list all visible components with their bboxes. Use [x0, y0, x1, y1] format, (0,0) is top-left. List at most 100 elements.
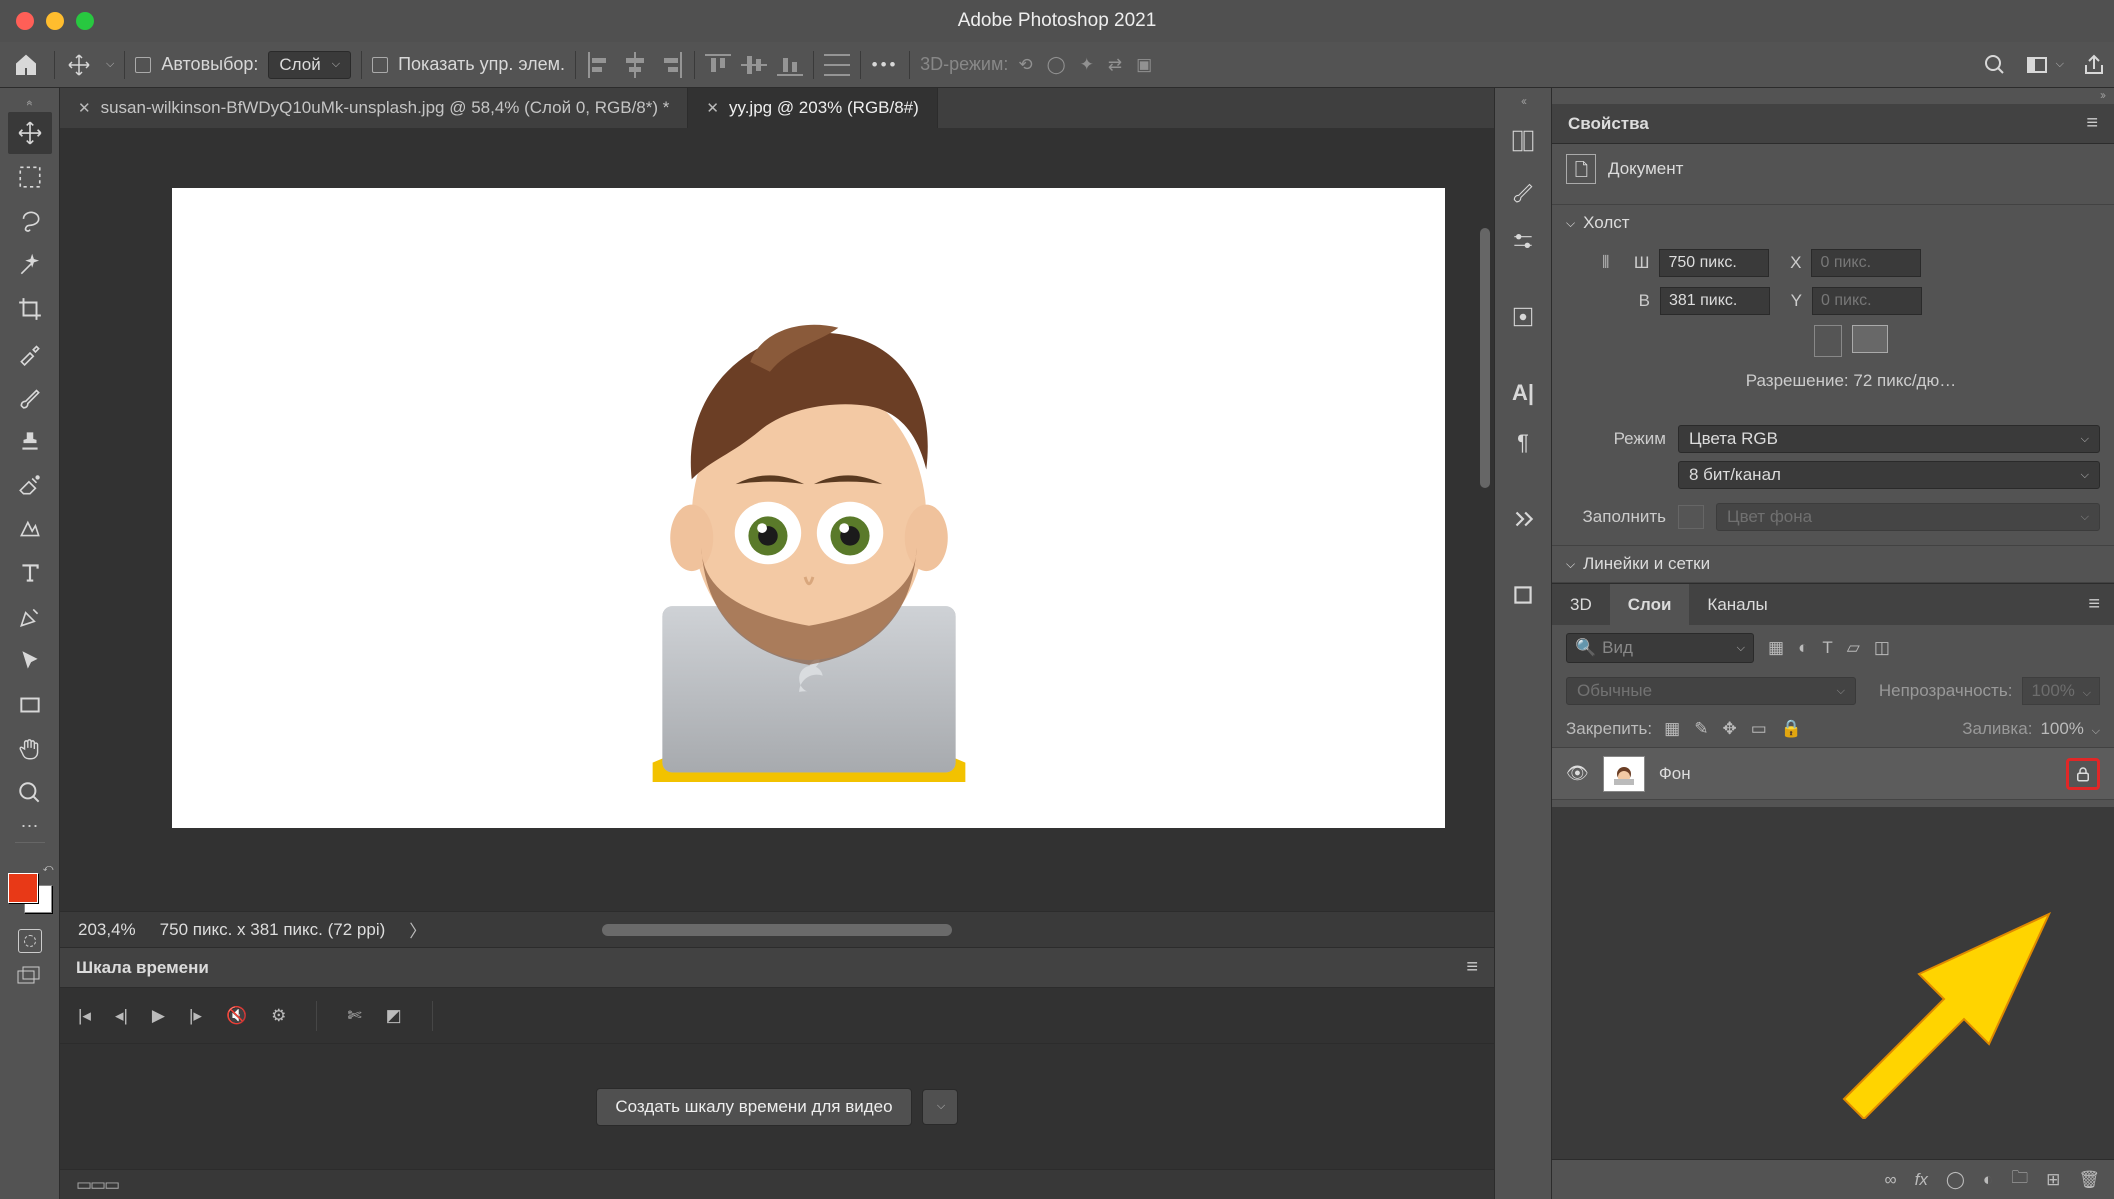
- screen-mode-toggle[interactable]: [17, 963, 43, 985]
- move-tool[interactable]: [8, 112, 52, 154]
- swap-colors-icon[interactable]: ⤺: [43, 863, 54, 874]
- dock-brushes-icon[interactable]: [1506, 174, 1540, 208]
- type-tool[interactable]: [8, 552, 52, 594]
- lock-position-icon[interactable]: ✥: [1722, 719, 1736, 739]
- horizontal-scrollbar[interactable]: [602, 924, 952, 936]
- link-dimensions-icon[interactable]: ⦀: [1602, 253, 1609, 273]
- eraser-tool[interactable]: [8, 464, 52, 506]
- layer-style-icon[interactable]: fx: [1915, 1170, 1928, 1190]
- zoom-tool[interactable]: [8, 772, 52, 814]
- share-icon[interactable]: [2082, 53, 2106, 77]
- document-tab-1[interactable]: ✕ susan-wilkinson-BfWDyQ10uMk-unsplash.j…: [60, 88, 688, 128]
- layer-lock-icon[interactable]: [2066, 758, 2100, 790]
- crop-tool[interactable]: [8, 288, 52, 330]
- filter-adjust-icon[interactable]: ◐: [1798, 638, 1808, 658]
- tab-3d[interactable]: 3D: [1552, 584, 1610, 625]
- show-transform-checkbox[interactable]: [372, 57, 388, 73]
- magic-wand-tool[interactable]: [8, 244, 52, 286]
- timeline-menu-icon[interactable]: ≡: [1466, 956, 1478, 979]
- align-top-button[interactable]: [705, 52, 731, 78]
- rulers-section-toggle[interactable]: ⌵Линейки и сетки: [1552, 545, 2114, 583]
- height-input[interactable]: 381 пикс.: [1660, 287, 1770, 315]
- create-timeline-chevron[interactable]: ⌵: [922, 1089, 958, 1125]
- tab-channels[interactable]: Каналы: [1689, 584, 1785, 625]
- new-layer-icon[interactable]: ⊞: [2046, 1170, 2060, 1190]
- orientation-landscape-button[interactable]: [1852, 325, 1888, 353]
- create-video-timeline-button[interactable]: Создать шкалу времени для видео: [596, 1088, 911, 1126]
- quick-mask-toggle[interactable]: [18, 929, 42, 953]
- link-layers-icon[interactable]: ∞: [1884, 1170, 1896, 1190]
- delete-layer-icon[interactable]: 🗑: [2078, 1170, 2100, 1190]
- lock-transparency-icon[interactable]: ▦: [1664, 719, 1680, 739]
- dock-artboard-icon[interactable]: [1506, 578, 1540, 612]
- bit-depth-dropdown[interactable]: 8 бит/канал⌵: [1678, 461, 2100, 489]
- timeline-first-frame-icon[interactable]: |◂: [78, 1006, 91, 1026]
- close-tab-icon[interactable]: ✕: [706, 99, 719, 117]
- lock-artboard-icon[interactable]: ▭: [1751, 719, 1767, 739]
- auto-select-checkbox[interactable]: [135, 57, 151, 73]
- timeline-transition-icon[interactable]: ◩: [386, 1006, 402, 1026]
- search-icon[interactable]: [1983, 53, 2007, 77]
- layer-name[interactable]: Фон: [1659, 764, 2052, 784]
- dock-libraries-icon[interactable]: [1506, 124, 1540, 158]
- filter-type-icon[interactable]: T: [1822, 638, 1832, 658]
- vertical-scrollbar[interactable]: [1480, 128, 1490, 911]
- hand-tool[interactable]: [8, 728, 52, 770]
- align-bottom-button[interactable]: [777, 52, 803, 78]
- align-right-button[interactable]: [658, 52, 684, 78]
- layer-group-icon[interactable]: 🗀: [2011, 1165, 2028, 1194]
- document-canvas[interactable]: [172, 188, 1445, 828]
- 3d-camera-icon[interactable]: ▣: [1136, 55, 1152, 75]
- home-button[interactable]: [8, 50, 44, 80]
- right-collapse-handle[interactable]: ››: [1552, 88, 2114, 104]
- marquee-tool[interactable]: [8, 156, 52, 198]
- dock-history-icon[interactable]: [1506, 300, 1540, 334]
- foreground-color[interactable]: [8, 873, 38, 903]
- adjustment-layer-icon[interactable]: ◐: [1983, 1170, 1993, 1190]
- info-chevron-icon[interactable]: 〉: [409, 917, 426, 942]
- toolbox-collapse-handle[interactable]: [0, 94, 59, 110]
- distribute-button[interactable]: [824, 52, 850, 78]
- align-vcenter-button[interactable]: [741, 52, 767, 78]
- timeline-audio-icon[interactable]: 🔇: [226, 1006, 247, 1026]
- canvas-section-toggle[interactable]: ⌵Холст: [1552, 204, 2114, 241]
- window-minimize-button[interactable]: [46, 12, 64, 30]
- orientation-portrait-button[interactable]: [1814, 325, 1842, 357]
- workspace-dropdown[interactable]: ⌵: [2025, 53, 2064, 77]
- 3d-pan-icon[interactable]: ✦: [1080, 55, 1094, 75]
- tab-layers[interactable]: Слои: [1610, 584, 1690, 625]
- layer-visibility-icon[interactable]: 👁: [1566, 763, 1589, 784]
- window-zoom-button[interactable]: [76, 12, 94, 30]
- properties-menu-icon[interactable]: ≡: [2086, 112, 2098, 135]
- gradient-tool[interactable]: [8, 508, 52, 550]
- timeline-play-icon[interactable]: ▶: [152, 1006, 165, 1026]
- layer-mask-icon[interactable]: ◯: [1946, 1170, 1965, 1190]
- timeline-next-frame-icon[interactable]: |▸: [189, 1006, 202, 1026]
- brush-tool[interactable]: [8, 376, 52, 418]
- align-left-button[interactable]: [586, 52, 612, 78]
- filter-shape-icon[interactable]: ▱: [1847, 638, 1860, 658]
- document-tab-2[interactable]: ✕ yy.jpg @ 203% (RGB/8#): [688, 88, 937, 128]
- 3d-slide-icon[interactable]: ⇄: [1108, 55, 1122, 75]
- tool-overflow[interactable]: ⋯: [8, 816, 52, 836]
- dock-character-icon[interactable]: A|: [1506, 376, 1540, 410]
- stamp-tool[interactable]: [8, 420, 52, 462]
- color-mode-dropdown[interactable]: Цвета RGB⌵: [1678, 425, 2100, 453]
- lasso-tool[interactable]: [8, 200, 52, 242]
- close-tab-icon[interactable]: ✕: [78, 99, 91, 117]
- 3d-orbit-icon[interactable]: ⟲: [1018, 55, 1032, 75]
- color-swatches[interactable]: ⤺: [8, 869, 52, 913]
- window-close-button[interactable]: [16, 12, 34, 30]
- lock-pixels-icon[interactable]: ✎: [1694, 719, 1708, 739]
- align-hcenter-button[interactable]: [622, 52, 648, 78]
- dock-collapse-handle[interactable]: ‹‹: [1521, 94, 1525, 108]
- filter-smart-icon[interactable]: ◫: [1874, 638, 1890, 658]
- eyedropper-tool[interactable]: [8, 332, 52, 374]
- tool-chevron-icon[interactable]: ⌵: [106, 58, 114, 71]
- timeline-prev-frame-icon[interactable]: ◂|: [115, 1006, 128, 1026]
- layers-menu-icon[interactable]: ≡: [2088, 593, 2100, 616]
- dock-adjust-icon[interactable]: [1506, 224, 1540, 258]
- filter-pixel-icon[interactable]: ▦: [1768, 638, 1784, 658]
- layer-row-background[interactable]: 👁 Фон: [1552, 748, 2114, 800]
- zoom-level[interactable]: 203,4%: [78, 920, 136, 940]
